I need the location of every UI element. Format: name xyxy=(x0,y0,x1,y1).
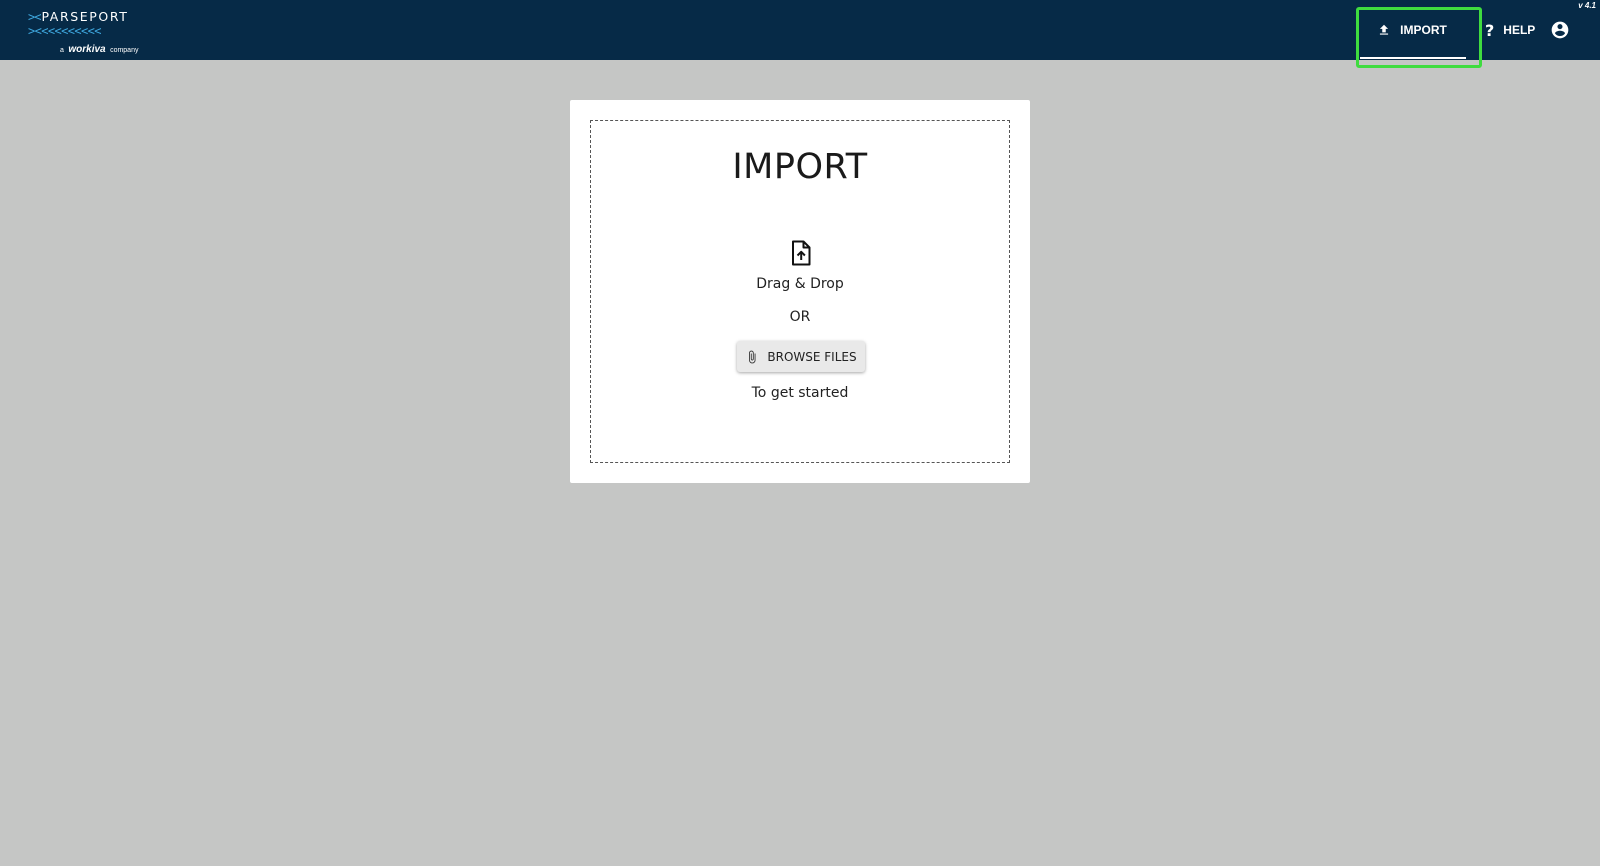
logo-tagline-prefix: a xyxy=(60,47,64,54)
nav-import-label: IMPORT xyxy=(1400,23,1447,37)
active-tab-indicator xyxy=(1360,57,1466,59)
file-dropzone[interactable]: IMPORT Drag & Drop OR BROWSE FILES To ge… xyxy=(590,120,1010,463)
nav-help-button[interactable]: ? HELP xyxy=(1485,18,1535,42)
version-label: v 4.1 xyxy=(1578,1,1596,10)
file-upload-icon xyxy=(792,240,811,266)
import-title: IMPORT xyxy=(732,147,868,187)
parseport-logo[interactable]: >< PARSEPORT ><<<<<<<<<< a workiva compa… xyxy=(28,9,138,55)
logo-tagline-brand: workiva xyxy=(68,44,106,55)
get-started-hint: To get started xyxy=(751,385,849,401)
logo-tagline: a workiva company xyxy=(60,39,138,57)
account-circle-icon[interactable] xyxy=(1550,20,1570,40)
nav-import-button[interactable]: IMPORT xyxy=(1358,12,1466,59)
browse-files-button[interactable]: BROWSE FILES xyxy=(737,341,865,372)
browse-files-label: BROWSE FILES xyxy=(767,349,857,364)
logo-arrows-top: >< xyxy=(28,10,41,24)
nav-help-label: HELP xyxy=(1503,23,1536,37)
question-icon: ? xyxy=(1485,20,1495,40)
or-separator: OR xyxy=(789,309,811,325)
paperclip-icon xyxy=(749,350,756,363)
drag-drop-label: Drag & Drop xyxy=(756,276,844,292)
logo-arrows-bottom: ><<<<<<<<<< xyxy=(28,24,101,38)
logo-tagline-suffix: company xyxy=(110,47,139,54)
logo-wordmark: PARSEPORT xyxy=(41,9,129,24)
import-card: IMPORT Drag & Drop OR BROWSE FILES To ge… xyxy=(570,100,1030,483)
top-app-bar: >< PARSEPORT ><<<<<<<<<< a workiva compa… xyxy=(0,0,1600,68)
upload-icon xyxy=(1380,24,1389,35)
